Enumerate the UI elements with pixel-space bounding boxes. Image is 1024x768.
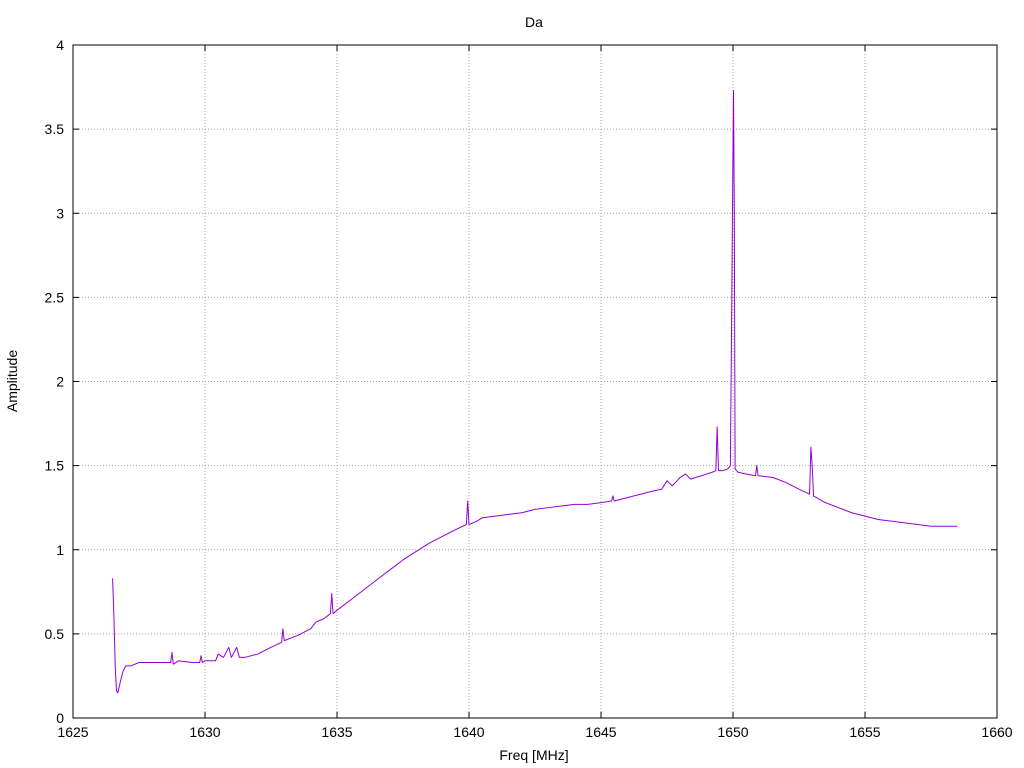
y-tick-label: 3 bbox=[56, 205, 64, 221]
y-tick-label: 0.5 bbox=[45, 626, 65, 642]
tick-labels: 1625 1630 1635 1640 1645 1650 1655 1660 0 0.5 1 1.5… bbox=[45, 37, 1013, 740]
y-axis-label: Amplitude bbox=[4, 350, 20, 412]
series-line bbox=[112, 89, 958, 694]
y-tick-label: 2.5 bbox=[45, 289, 65, 305]
x-tick-label: 1635 bbox=[321, 724, 352, 740]
x-tick-label: 1640 bbox=[453, 724, 484, 740]
y-tick-label: 4 bbox=[56, 37, 64, 53]
x-tick-label: 1645 bbox=[585, 724, 616, 740]
series-layer bbox=[112, 89, 958, 694]
x-tick-label: 1655 bbox=[849, 724, 880, 740]
x-tick-label: 1630 bbox=[189, 724, 220, 740]
y-tick-label: 1 bbox=[56, 542, 64, 558]
y-tick-label: 2 bbox=[56, 374, 64, 390]
grid bbox=[73, 45, 997, 718]
y-tick-label: 1.5 bbox=[45, 458, 65, 474]
y-tick-label: 0 bbox=[56, 710, 64, 726]
x-tick-label: 1660 bbox=[981, 724, 1012, 740]
x-axis-label: Freq [MHz] bbox=[499, 747, 568, 763]
x-tick-label: 1625 bbox=[57, 724, 88, 740]
chart-title: Da bbox=[525, 14, 543, 30]
y-tick-label: 3.5 bbox=[45, 121, 65, 137]
chart-svg: 1625 1630 1635 1640 1645 1650 1655 1660 0 0.5 1 1.5… bbox=[4, 14, 1013, 763]
x-tick-label: 1650 bbox=[717, 724, 748, 740]
